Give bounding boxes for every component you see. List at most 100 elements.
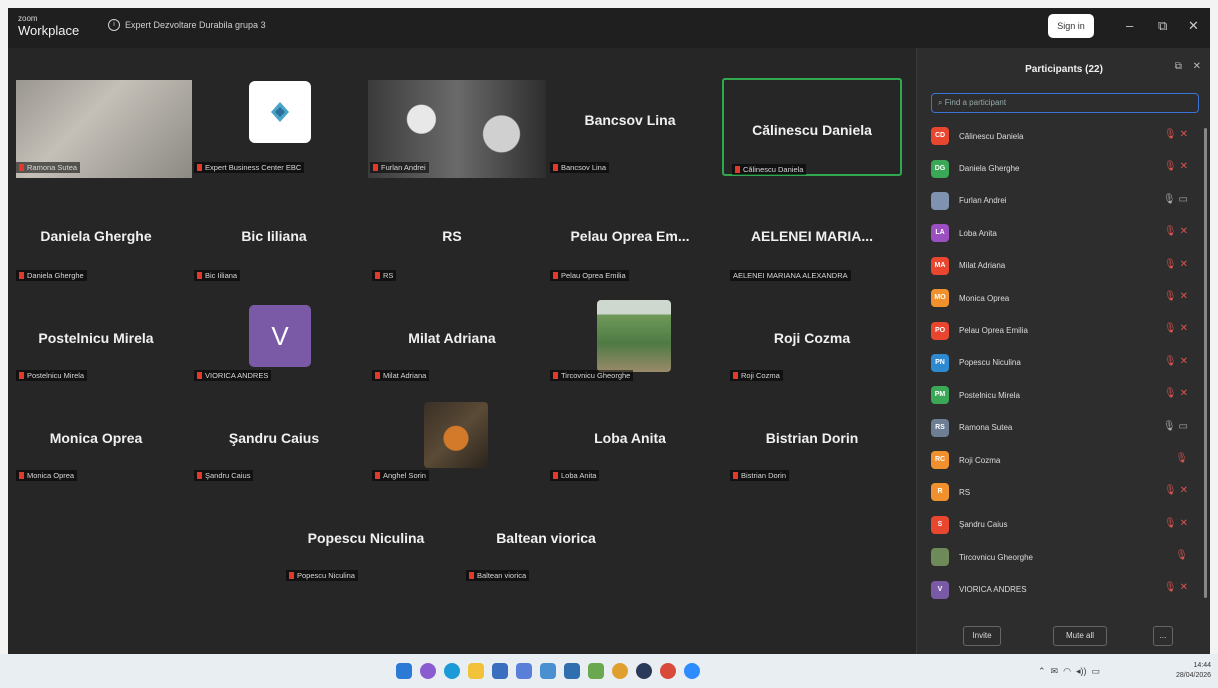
brand-name: Workplace xyxy=(18,23,80,38)
video-tile-daniela[interactable]: Daniela Gherghe Daniela Gherghe xyxy=(8,178,184,281)
participant-row[interactable]: S Şandru Caius 🎙✕ xyxy=(931,509,1199,541)
close-panel-icon[interactable]: ✕ xyxy=(1193,61,1201,72)
muted-mic-video-off-icon: 🎙✕ xyxy=(1163,517,1191,529)
tile-label: Bancsov Lina xyxy=(550,162,610,173)
participant-row[interactable]: LA Loba Anita 🎙✕ xyxy=(931,217,1199,249)
participant-name: Loba Anita xyxy=(959,228,997,238)
avatar: S xyxy=(931,515,949,534)
copilot-icon[interactable] xyxy=(420,663,436,679)
participant-row[interactable]: PN Popescu Niculina 🎙✕ xyxy=(931,347,1199,379)
participant-row[interactable]: CD Călinescu Daniela 🎙✕ xyxy=(931,120,1199,152)
app-icon[interactable] xyxy=(660,663,676,679)
video-tile-milat[interactable]: Milat Adriana Milat Adriana xyxy=(364,278,540,381)
video-tile-furlan[interactable]: Furlan Andrei xyxy=(364,76,546,178)
participant-name: Şandru Caius xyxy=(228,430,320,446)
muted-mic-icon: 🎙 xyxy=(1175,452,1191,464)
participant-row[interactable]: R RS 🎙✕ xyxy=(931,476,1199,508)
video-tile-baltean[interactable]: Baltean viorica Baltean viorica xyxy=(458,480,634,581)
minimize-icon[interactable]: – xyxy=(1126,18,1133,33)
participants-title: Participants (22) xyxy=(1025,64,1103,75)
video-tile-aelenei[interactable]: AELENEI MARIA... AELENEI MARIANA ALEXAND… xyxy=(722,178,902,281)
edge-icon[interactable] xyxy=(444,663,460,679)
participant-row[interactable]: MA Milat Adriana 🎙✕ xyxy=(931,250,1199,282)
video-tile-rs[interactable]: RS RS xyxy=(364,178,540,281)
muted-mic-video-off-icon: 🎙✕ xyxy=(1163,290,1191,302)
tile-label: Popescu Niculina xyxy=(286,570,358,581)
muted-mic-video-off-icon: 🎙✕ xyxy=(1163,582,1191,594)
avatar: PN xyxy=(931,353,949,372)
video-tile-pelau[interactable]: Pelau Oprea Em... Pelau Oprea Emilia xyxy=(542,178,718,281)
participant-name: Loba Anita xyxy=(594,430,666,446)
brand-small: zoom xyxy=(18,14,38,23)
avatar: CD xyxy=(931,127,949,146)
invite-button[interactable]: Invite xyxy=(963,626,1001,646)
app-icon[interactable] xyxy=(588,663,604,679)
participant-row[interactable]: DG Daniela Gherghe 🎙✕ xyxy=(931,152,1199,184)
video-tile-tircovnicu[interactable]: Tircovnicu Gheorghe xyxy=(542,278,718,381)
video-tile-bistrian[interactable]: Bistrian Dorin Bistrian Dorin xyxy=(722,378,902,481)
video-tile-monica[interactable]: Monica Oprea Monica Oprea xyxy=(8,378,184,481)
participant-name: Daniela Gherghe xyxy=(40,228,152,244)
video-tile-sandru[interactable]: Şandru Caius Şandru Caius xyxy=(186,378,362,481)
meeting-info[interactable]: i Expert Dezvoltare Durabila grupa 3 xyxy=(108,19,266,31)
participant-row[interactable]: Furlan Andrei 🎙▭ xyxy=(931,185,1199,217)
video-tile-calinescu-active-speaker[interactable]: Călinescu Daniela Călinescu Daniela xyxy=(722,78,902,176)
tile-label: Călinescu Daniela xyxy=(732,164,807,175)
participant-row[interactable]: RC Roji Cozma 🎙 xyxy=(931,444,1199,476)
participant-row[interactable]: Tircovnicu Gheorghe 🎙 xyxy=(931,541,1199,573)
participant-name: Călinescu Daniela xyxy=(752,122,872,138)
video-tile-bancsov[interactable]: Bancsov Lina Bancsov Lina xyxy=(542,76,718,176)
participant-row[interactable]: RS Ramona Sutea 🎙▭ xyxy=(931,412,1199,444)
maximize-icon[interactable]: ⧉ xyxy=(1158,18,1167,34)
participant-name: Şandru Caius xyxy=(959,520,1008,530)
clock[interactable]: 14:44 28/04/2026 xyxy=(1176,661,1211,681)
video-tile-postelnicu[interactable]: Postelnicu Mirela Postelnicu Mirela xyxy=(8,278,184,381)
muted-mic-icon xyxy=(19,164,24,171)
sign-in-button[interactable]: Sign in xyxy=(1048,14,1094,38)
participant-name: Ramona Sutea xyxy=(959,423,1013,433)
participant-name: Bistrian Dorin xyxy=(765,430,859,446)
muted-mic-icon xyxy=(469,572,474,579)
participant-row[interactable]: PM Postelnicu Mirela 🎙✕ xyxy=(931,379,1199,411)
info-icon: i xyxy=(108,19,120,31)
tile-label: Furlan Andrei xyxy=(370,162,429,173)
mute-all-button[interactable]: Mute all xyxy=(1053,626,1107,646)
app-icon[interactable] xyxy=(636,663,652,679)
pop-out-icon[interactable]: ⧉ xyxy=(1175,61,1182,72)
video-tile-viorica[interactable]: V VIORICA ANDRES xyxy=(186,278,362,381)
video-tile-loba[interactable]: Loba Anita Loba Anita xyxy=(542,378,718,481)
video-tile-popescu[interactable]: Popescu Niculina Popescu Niculina xyxy=(278,480,454,581)
participant-name: Popescu Niculina xyxy=(959,358,1021,368)
app-icon[interactable] xyxy=(516,663,532,679)
store-icon[interactable] xyxy=(492,663,508,679)
search-icon: ⌕ xyxy=(938,98,943,107)
participant-name: AELENEI MARIA... xyxy=(750,228,874,244)
participant-name: Furlan Andrei xyxy=(959,196,1007,206)
app-icon[interactable] xyxy=(540,663,556,679)
participant-name: Milat Adriana xyxy=(408,330,496,346)
participant-row[interactable]: V VIORICA ANDRES 🎙✕ xyxy=(931,573,1199,605)
video-tile-ebc[interactable]: Expert Business Center EBC xyxy=(186,76,362,176)
participant-list-scrollbar[interactable] xyxy=(1204,128,1207,598)
video-tile-bic[interactable]: Bic Iiliana Bic Iiliana xyxy=(186,178,362,281)
participant-name: Bancsov Lina xyxy=(584,112,676,128)
participant-photo xyxy=(597,300,671,372)
start-icon[interactable] xyxy=(396,663,412,679)
close-icon[interactable]: ✕ xyxy=(1188,18,1199,34)
video-gallery: Ramona Sutea Expert Business Center EBC … xyxy=(8,48,916,654)
video-tile-ramona[interactable]: Ramona Sutea xyxy=(8,76,192,178)
tile-label: Ramona Sutea xyxy=(16,162,81,173)
video-tile-anghel[interactable]: Anghel Sorin xyxy=(364,378,540,481)
system-tray[interactable]: ⌃ ✉ ◠ ◂)) ▭ xyxy=(1038,666,1100,677)
zoom-taskbar-icon[interactable] xyxy=(684,663,700,679)
muted-mic-icon: 🎙▭ xyxy=(1162,420,1191,432)
participant-row[interactable]: PO Pelau Oprea Emilia 🎙✕ xyxy=(931,314,1199,346)
participant-list: CD Călinescu Daniela 🎙✕ DG Daniela Gherghe 🎙… xyxy=(931,120,1199,606)
video-tile-roji[interactable]: Roji Cozma Roji Cozma xyxy=(722,278,902,381)
participant-row[interactable]: MO Monica Oprea 🎙✕ xyxy=(931,282,1199,314)
more-options-button[interactable]: ... xyxy=(1153,626,1173,646)
participant-search-input[interactable]: ⌕ Find a participant xyxy=(931,93,1199,113)
chrome-icon[interactable] xyxy=(612,663,628,679)
file-explorer-icon[interactable] xyxy=(468,663,484,679)
outlook-icon[interactable] xyxy=(564,663,580,679)
